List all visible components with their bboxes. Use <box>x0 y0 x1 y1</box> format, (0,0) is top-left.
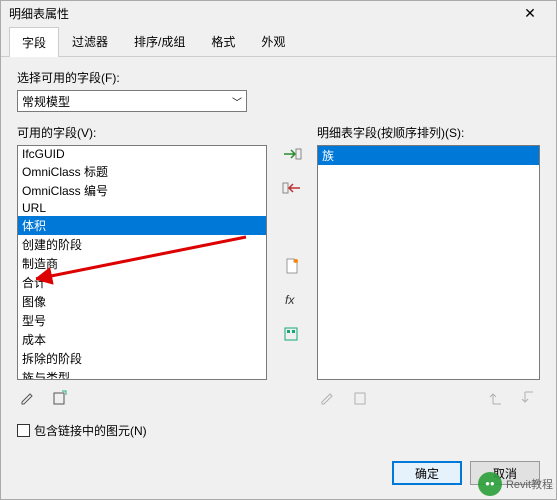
list-item[interactable]: 制造商 <box>18 254 266 273</box>
watermark: ●● Revit教程 <box>478 472 553 496</box>
delete-icon <box>352 390 368 406</box>
tab-format[interactable]: 格式 <box>198 26 248 56</box>
new-field-button[interactable] <box>49 388 71 408</box>
list-item[interactable]: OmniClass 编号 <box>18 181 266 200</box>
titlebar: 明细表属性 ✕ <box>1 1 556 26</box>
used-fields-listbox[interactable]: 族 <box>317 145 540 380</box>
tab-appearance[interactable]: 外观 <box>248 26 298 56</box>
calculated-value-button[interactable]: fx <box>281 290 303 310</box>
available-fields-label: 可用的字段(V): <box>17 124 267 141</box>
field-source-label: 选择可用的字段(F): <box>17 69 540 86</box>
new-parameter-button[interactable] <box>281 256 303 276</box>
move-up-button[interactable] <box>486 388 508 408</box>
combine-parameters-button[interactable] <box>281 324 303 344</box>
watermark-text: Revit教程 <box>506 476 553 492</box>
close-button[interactable]: ✕ <box>510 2 550 26</box>
tab-filter[interactable]: 过滤器 <box>59 26 121 56</box>
arrow-right-add-icon <box>282 147 302 161</box>
add-field-button[interactable] <box>281 144 303 164</box>
list-item[interactable]: 创建的阶段 <box>18 235 266 254</box>
available-fields-listbox[interactable]: IfcGUID OmniClass 标题 OmniClass 编号 URL 体积… <box>17 145 267 380</box>
used-fields-label: 明细表字段(按顺序排列)(S): <box>317 124 540 141</box>
fx-icon: fx <box>284 292 300 308</box>
tab-fields[interactable]: 字段 <box>9 27 59 57</box>
wechat-icon: ●● <box>478 472 502 496</box>
new-doc-icon <box>284 258 300 274</box>
list-item[interactable]: URL <box>18 200 266 216</box>
list-item[interactable]: 图像 <box>18 292 266 311</box>
move-down-icon <box>521 390 537 406</box>
pencil-icon <box>20 390 36 406</box>
move-down-button[interactable] <box>518 388 540 408</box>
list-item[interactable]: 体积 <box>18 216 266 235</box>
pencil-icon <box>320 390 336 406</box>
delete-used-button[interactable] <box>349 388 371 408</box>
list-item[interactable]: 型号 <box>18 311 266 330</box>
list-item[interactable]: 合计 <box>18 273 266 292</box>
include-linked-label: 包含链接中的图元(N) <box>34 422 147 439</box>
field-source-dropdown[interactable]: 常规模型 ﹀ <box>17 90 247 112</box>
window-title: 明细表属性 <box>9 5 510 22</box>
field-source-value: 常规模型 <box>22 93 70 110</box>
chevron-down-icon: ﹀ <box>232 94 242 109</box>
remove-field-button[interactable] <box>281 178 303 198</box>
dialog-footer: 确定 取消 ●● Revit教程 <box>1 451 556 499</box>
new-parameter-icon <box>52 390 68 406</box>
ok-button[interactable]: 确定 <box>392 461 462 485</box>
list-item[interactable]: OmniClass 标题 <box>18 162 266 181</box>
arrow-left-remove-icon <box>282 181 302 195</box>
move-up-icon <box>489 390 505 406</box>
tab-content: 选择可用的字段(F): 常规模型 ﹀ 可用的字段(V): IfcGUID Omn… <box>1 57 556 451</box>
edit-field-button[interactable] <box>17 388 39 408</box>
list-item[interactable]: 族 <box>318 146 539 165</box>
list-item[interactable]: IfcGUID <box>18 146 266 162</box>
checkbox-icon <box>17 424 30 437</box>
schedule-properties-dialog: 明细表属性 ✕ 字段 过滤器 排序/成组 格式 外观 选择可用的字段(F): 常… <box>0 0 557 500</box>
tab-strip: 字段 过滤器 排序/成组 格式 外观 <box>1 26 556 57</box>
include-linked-checkbox-row[interactable]: 包含链接中的图元(N) <box>17 422 540 439</box>
edit-used-button[interactable] <box>317 388 339 408</box>
list-item[interactable]: 拆除的阶段 <box>18 349 266 368</box>
svg-text:fx: fx <box>285 293 295 307</box>
tab-sort-group[interactable]: 排序/成组 <box>121 26 198 56</box>
list-item[interactable]: 族与类型 <box>18 368 266 380</box>
list-item[interactable]: 成本 <box>18 330 266 349</box>
combine-icon <box>284 326 300 342</box>
